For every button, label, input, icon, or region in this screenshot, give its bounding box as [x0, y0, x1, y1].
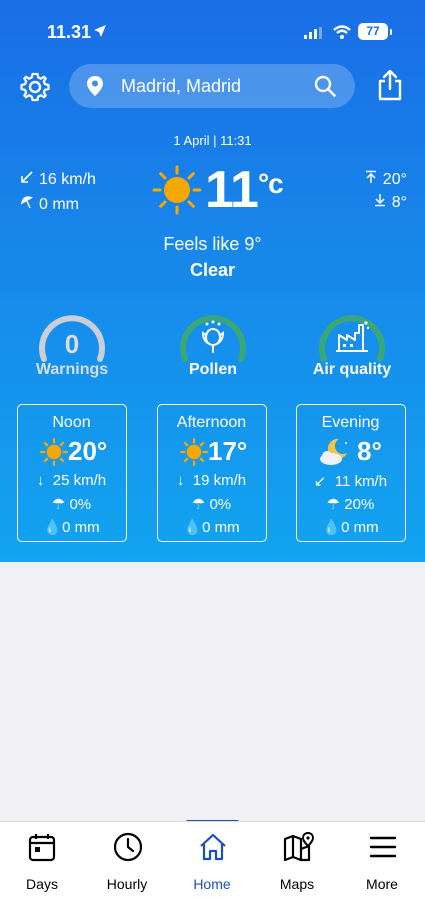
current-rain: 0 mm [19, 193, 79, 214]
wind-arrow-southwest-icon: ↙ [313, 473, 335, 490]
current-rain-value: 0 mm [39, 196, 79, 213]
feels-like: Feels like 9° [163, 234, 262, 254]
period-card-afternoon[interactable]: Afternoon 17° ↓ 19 km/h ☂ 0% 💧0 mm [157, 404, 267, 542]
location-arrow-icon [94, 25, 106, 37]
cell-signal-icon [304, 27, 322, 39]
warnings-count: 0 [64, 329, 80, 359]
wind-arrow-down-icon: ↓ [176, 472, 193, 489]
period-precip-prob: ☂ 0% [18, 495, 125, 513]
today-low: 8° [372, 193, 407, 212]
umbrella-icon [20, 196, 34, 209]
period-temperature: 17° [208, 436, 248, 466]
wifi-icon [333, 25, 351, 39]
raindrop-icon: 💧 [183, 519, 203, 536]
period-rain: 💧0 mm [18, 518, 125, 536]
status-time: 11.31 [47, 22, 92, 42]
flower-icon [201, 320, 225, 353]
sun-icon [152, 165, 202, 215]
period-temperature: 8° [357, 436, 382, 466]
wind-direction-icon [21, 171, 33, 183]
wind-arrow-down-icon: ↓ [36, 472, 53, 489]
period-name: Noon [52, 414, 91, 431]
warnings-gauge[interactable]: 0 Warnings [17, 305, 127, 385]
period-rain-value: 0 mm [202, 519, 240, 536]
period-wind-value: 19 km/h [192, 472, 247, 489]
nav-days-label: Days [26, 876, 58, 892]
location-search-bar[interactable]: Madrid, Madrid [69, 64, 355, 108]
period-wind-value: 11 km/h [334, 473, 388, 490]
warnings-label: Warnings [35, 361, 109, 378]
arrow-down-min-icon [374, 194, 385, 207]
bottom-navigation: Days Hourly Home Maps More [0, 821, 425, 922]
menu-icon [369, 836, 397, 858]
share-icon[interactable] [375, 69, 405, 101]
period-card-noon[interactable]: Noon 20° ↓ 25 km/h ☂ 0% 💧0 mm [17, 404, 127, 542]
weather-hero: 11.31 77 Madrid, Madrid 1 April | 11:31 … [0, 0, 425, 562]
period-wind: ↓ 19 km/h [158, 472, 265, 489]
period-precip-prob: ☂ 20% [297, 495, 404, 513]
raindrop-icon: 💧 [322, 519, 342, 536]
arrow-up-max-icon [365, 170, 376, 183]
sun-icon [40, 438, 68, 466]
temp-unit: °c [257, 168, 284, 199]
period-precip-prob: ☂ 0% [158, 495, 265, 513]
nav-maps-label: Maps [279, 876, 315, 892]
calendar-icon [28, 834, 56, 862]
period-precip-value: 0% [69, 496, 92, 513]
period-precip-value: 20% [344, 496, 375, 513]
raindrop-icon: 💧 [43, 519, 63, 536]
factory-icon [336, 321, 370, 352]
status-bar: 11.31 77 [0, 18, 425, 46]
period-precip-value: 0% [209, 496, 232, 513]
period-wind-value: 25 km/h [52, 472, 107, 489]
sun-icon [180, 438, 208, 466]
period-temperature: 20° [68, 436, 108, 466]
settings-gear-icon[interactable] [19, 71, 51, 103]
location-name: Madrid, Madrid [121, 76, 242, 96]
period-wind: ↓ 25 km/h [18, 472, 125, 489]
clock-icon [113, 832, 143, 862]
period-rain-value: 0 mm [341, 519, 379, 536]
location-pin-icon [87, 76, 103, 96]
period-name: Evening [321, 414, 380, 431]
nav-hourly-label: Hourly [106, 876, 148, 892]
home-icon [200, 833, 226, 861]
umbrella-icon: ☂ [51, 496, 70, 513]
air-quality-gauge[interactable]: Air quality [297, 305, 407, 385]
period-name: Afternoon [176, 414, 247, 431]
today-high: 20° [363, 170, 407, 189]
period-wind: ↙ 11 km/h [297, 472, 404, 490]
pollen-label: Pollen [188, 361, 237, 378]
map-pin-icon [283, 832, 315, 862]
current-temperature: 11°c [205, 160, 284, 220]
today-low-value: 8° [391, 194, 407, 211]
umbrella-icon: ☂ [191, 496, 210, 513]
weather-condition: Clear [189, 260, 236, 280]
current-wind: 16 km/h [19, 170, 96, 189]
period-card-evening[interactable]: Evening 8° ↙ 11 km/h ☂ 20% 💧0 mm [296, 404, 406, 542]
period-rain-value: 0 mm [62, 519, 100, 536]
nav-home-label: Home [193, 876, 231, 892]
observation-datetime: 1 April | 11:31 [173, 133, 252, 148]
today-high-value: 20° [382, 171, 407, 188]
battery-indicator: 77 [358, 23, 392, 40]
current-wind-value: 16 km/h [39, 171, 96, 188]
current-temp-value: 11 [205, 161, 259, 219]
nav-more-label: More [366, 876, 398, 892]
period-rain: 💧0 mm [297, 518, 404, 536]
pollen-gauge[interactable]: Pollen [158, 305, 268, 385]
search-icon[interactable] [314, 75, 336, 97]
umbrella-icon: ☂ [326, 496, 345, 513]
air-quality-label: Air quality [312, 361, 392, 378]
period-rain: 💧0 mm [158, 518, 265, 536]
moon-cloud-icon [320, 438, 347, 465]
